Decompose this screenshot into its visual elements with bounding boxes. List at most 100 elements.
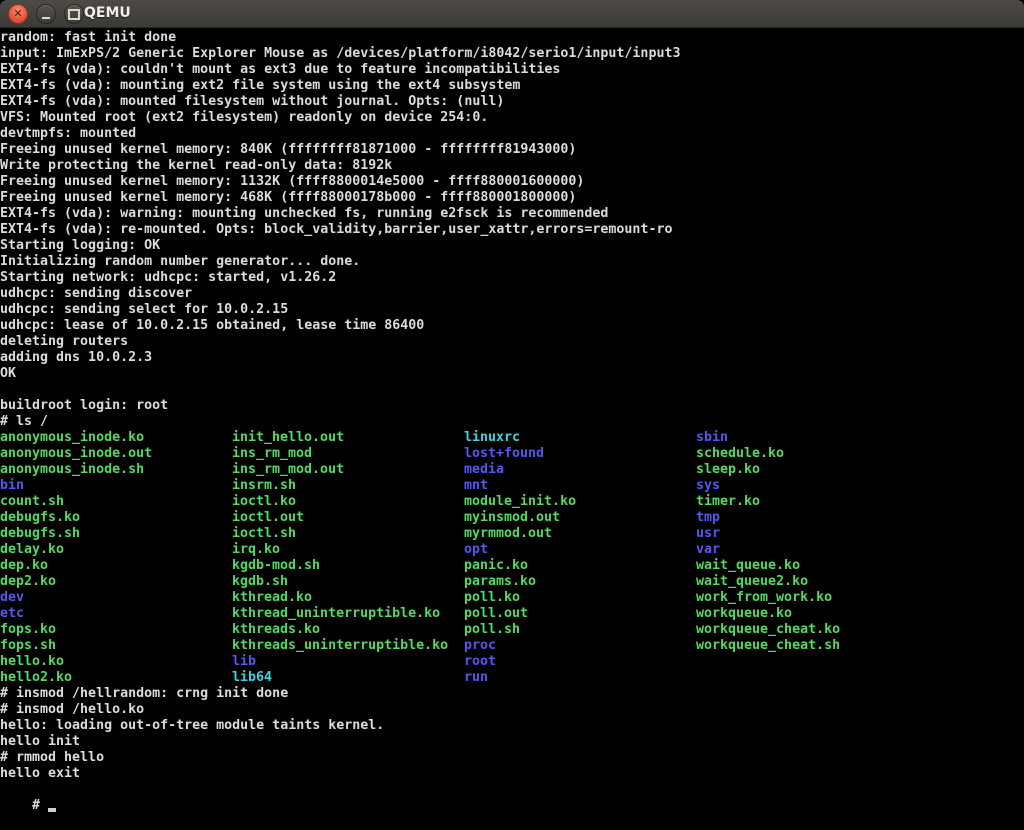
terminal-line: EXT4-fs (vda): mounted filesystem withou… [0, 94, 1024, 110]
terminal-line: Freeing unused kernel memory: 468K (ffff… [0, 190, 1024, 206]
ls-entry: schedule.ko [696, 446, 1024, 462]
ls-entry: usr [696, 526, 1024, 542]
terminal-line: # rmmod hello [0, 750, 1024, 766]
ls-entry: ioctl.out [232, 510, 464, 526]
terminal-line: EXT4-fs (vda): warning: mounting uncheck… [0, 206, 1024, 222]
ls-entry: delay.ko [0, 542, 232, 558]
ls-entry: panic.ko [464, 558, 696, 574]
ls-entry: wait_queue2.ko [696, 574, 1024, 590]
ls-entry: tmp [696, 510, 1024, 526]
minimize-icon[interactable] [36, 4, 56, 24]
terminal-line: EXT4-fs (vda): mounting ext2 file system… [0, 78, 1024, 94]
terminal-line: random: fast init done [0, 30, 1024, 46]
ls-entry: media [464, 462, 696, 478]
ls-entry: anonymous_inode.out [0, 446, 232, 462]
terminal-line: Freeing unused kernel memory: 840K (ffff… [0, 142, 1024, 158]
terminal-line: udhcpc: sending select for 10.0.2.15 [0, 302, 1024, 318]
ls-entry: kthread.ko [232, 590, 464, 606]
ls-entry: insrm.sh [232, 478, 464, 494]
ls-entry: fops.ko [0, 622, 232, 638]
maximize-glyph [68, 9, 80, 20]
ls-entry: lost+found [464, 446, 696, 462]
ls-entry: init_hello.out [232, 430, 464, 446]
ls-entry: params.ko [464, 574, 696, 590]
ls-entry: poll.out [464, 606, 696, 622]
terminal-line: EXT4-fs (vda): re-mounted. Opts: block_v… [0, 222, 1024, 238]
terminal-line: Initializing random number generator... … [0, 254, 1024, 270]
terminal-line: EXT4-fs (vda): couldn't mount as ext3 du… [0, 62, 1024, 78]
ls-entry: dev [0, 590, 232, 606]
ls-entry: hello2.ko [0, 670, 232, 686]
terminal-line: hello: loading out-of-tree module taints… [0, 718, 1024, 734]
terminal-line: Write protecting the kernel read-only da… [0, 158, 1024, 174]
ls-entry: sys [696, 478, 1024, 494]
terminal-line: udhcpc: lease of 10.0.2.15 obtained, lea… [0, 318, 1024, 334]
terminal-line: Starting network: udhcpc: started, v1.26… [0, 270, 1024, 286]
ls-entry: myinsmod.out [464, 510, 696, 526]
ls-entry: root [464, 654, 696, 670]
ls-entry: workqueue_cheat.sh [696, 638, 1024, 654]
ls-entry: linuxrc [464, 430, 696, 446]
minimize-glyph [42, 17, 50, 19]
ls-entry: var [696, 542, 1024, 558]
shell-session: # insmod /hellrandom: crng init done # i… [0, 686, 1024, 782]
window-title: QEMU [84, 5, 131, 21]
terminal-line: adding dns 10.0.2.3 [0, 350, 1024, 366]
ls-entry: poll.sh [464, 622, 696, 638]
terminal-line: deleting routers [0, 334, 1024, 350]
maximize-icon[interactable] [64, 4, 84, 24]
ls-entry: sleep.ko [696, 462, 1024, 478]
ls-entry: ins_rm_mod [232, 446, 464, 462]
ls-entry: bin [0, 478, 232, 494]
ls-entry: kthreads.ko [232, 622, 464, 638]
terminal-line: devtmpfs: mounted [0, 126, 1024, 142]
terminal-line: input: ImExPS/2 Generic Explorer Mouse a… [0, 46, 1024, 62]
prompt-symbol: # [32, 798, 40, 813]
ls-entry: myrmmod.out [464, 526, 696, 542]
close-icon[interactable]: ✕ [8, 4, 28, 24]
ls-entry: lib64 [232, 670, 464, 686]
ls-entry: fops.sh [0, 638, 232, 654]
ls-entry: kthread_uninterruptible.ko [232, 606, 464, 622]
ls-entry: kthreads_uninterruptible.ko [232, 638, 464, 654]
ls-entry: work_from_work.ko [696, 590, 1024, 606]
ls-entry: timer.ko [696, 494, 1024, 510]
terminal-screen[interactable]: random: fast init done input: ImExPS/2 G… [0, 28, 1024, 796]
ls-entry: mnt [464, 478, 696, 494]
ls-entry: wait_queue.ko [696, 558, 1024, 574]
ls-output: anonymous_inode.ko anonymous_inode.out a… [0, 430, 1024, 686]
ls-entry: ioctl.ko [232, 494, 464, 510]
ls-entry: workqueue.ko [696, 606, 1024, 622]
ls-entry: dep.ko [0, 558, 232, 574]
terminal-line: OK [0, 366, 1024, 382]
ls-entry: etc [0, 606, 232, 622]
ls-entry: lib [232, 654, 464, 670]
boot-log: random: fast init done input: ImExPS/2 G… [0, 30, 1024, 430]
terminal-line: # insmod /hello.ko [0, 702, 1024, 718]
terminal-line: # ls / [0, 414, 1024, 430]
ls-entry: count.sh [0, 494, 232, 510]
ls-entry: hello.ko [0, 654, 232, 670]
terminal-line: hello init [0, 734, 1024, 750]
terminal-line [0, 382, 1024, 398]
ls-entry: poll.ko [464, 590, 696, 606]
terminal-line: Starting logging: OK [0, 238, 1024, 254]
ls-entry: irq.ko [232, 542, 464, 558]
ls-entry: anonymous_inode.sh [0, 462, 232, 478]
terminal-line: # insmod /hellrandom: crng init done [0, 686, 1024, 702]
ls-entry: workqueue_cheat.ko [696, 622, 1024, 638]
ls-entry: debugfs.sh [0, 526, 232, 542]
ls-entry: dep2.ko [0, 574, 232, 590]
ls-entry: sbin [696, 430, 1024, 446]
ls-entry: proc [464, 638, 696, 654]
ls-entry: module_init.ko [464, 494, 696, 510]
terminal-line: hello exit [0, 766, 1024, 782]
ls-entry: ins_rm_mod.out [232, 462, 464, 478]
terminal-line: buildroot login: root [0, 398, 1024, 414]
ls-entry: kgdb-mod.sh [232, 558, 464, 574]
terminal-cursor [48, 808, 56, 812]
window-titlebar[interactable]: ✕ QEMU [0, 0, 1024, 28]
terminal-line: Freeing unused kernel memory: 1132K (fff… [0, 174, 1024, 190]
ls-entry: debugfs.ko [0, 510, 232, 526]
ls-entry: anonymous_inode.ko [0, 430, 232, 446]
